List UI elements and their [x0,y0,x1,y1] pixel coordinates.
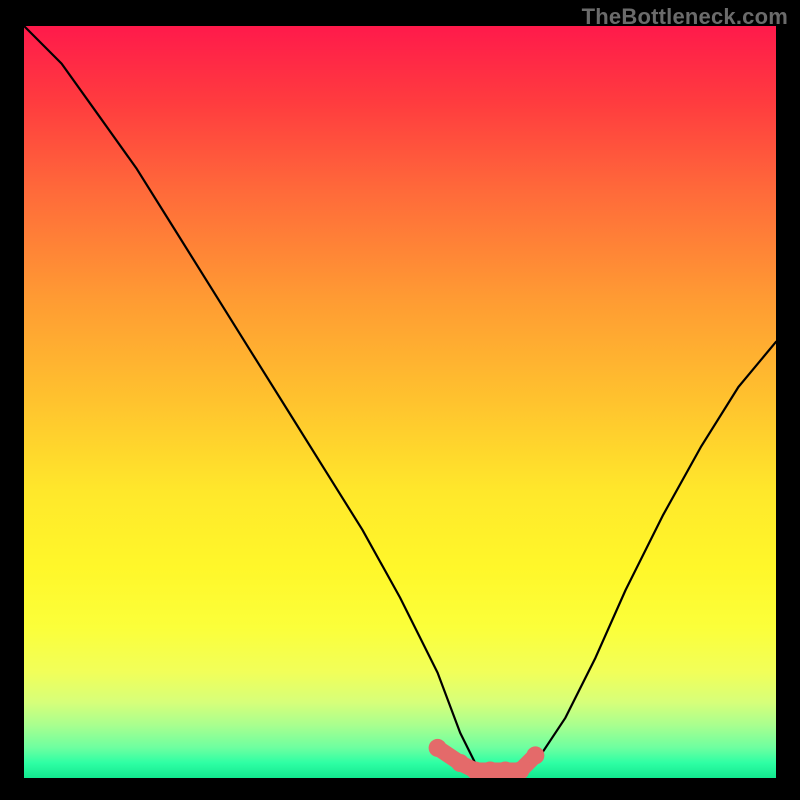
plot-area [24,26,776,778]
watermark-text: TheBottleneck.com [582,4,788,30]
curve-svg [24,26,776,778]
highlight-dot [429,739,447,757]
highlight-dot [526,746,544,764]
main-curve-path [24,26,776,771]
chart-frame: TheBottleneck.com [0,0,800,800]
highlight-dots-group [429,739,545,778]
